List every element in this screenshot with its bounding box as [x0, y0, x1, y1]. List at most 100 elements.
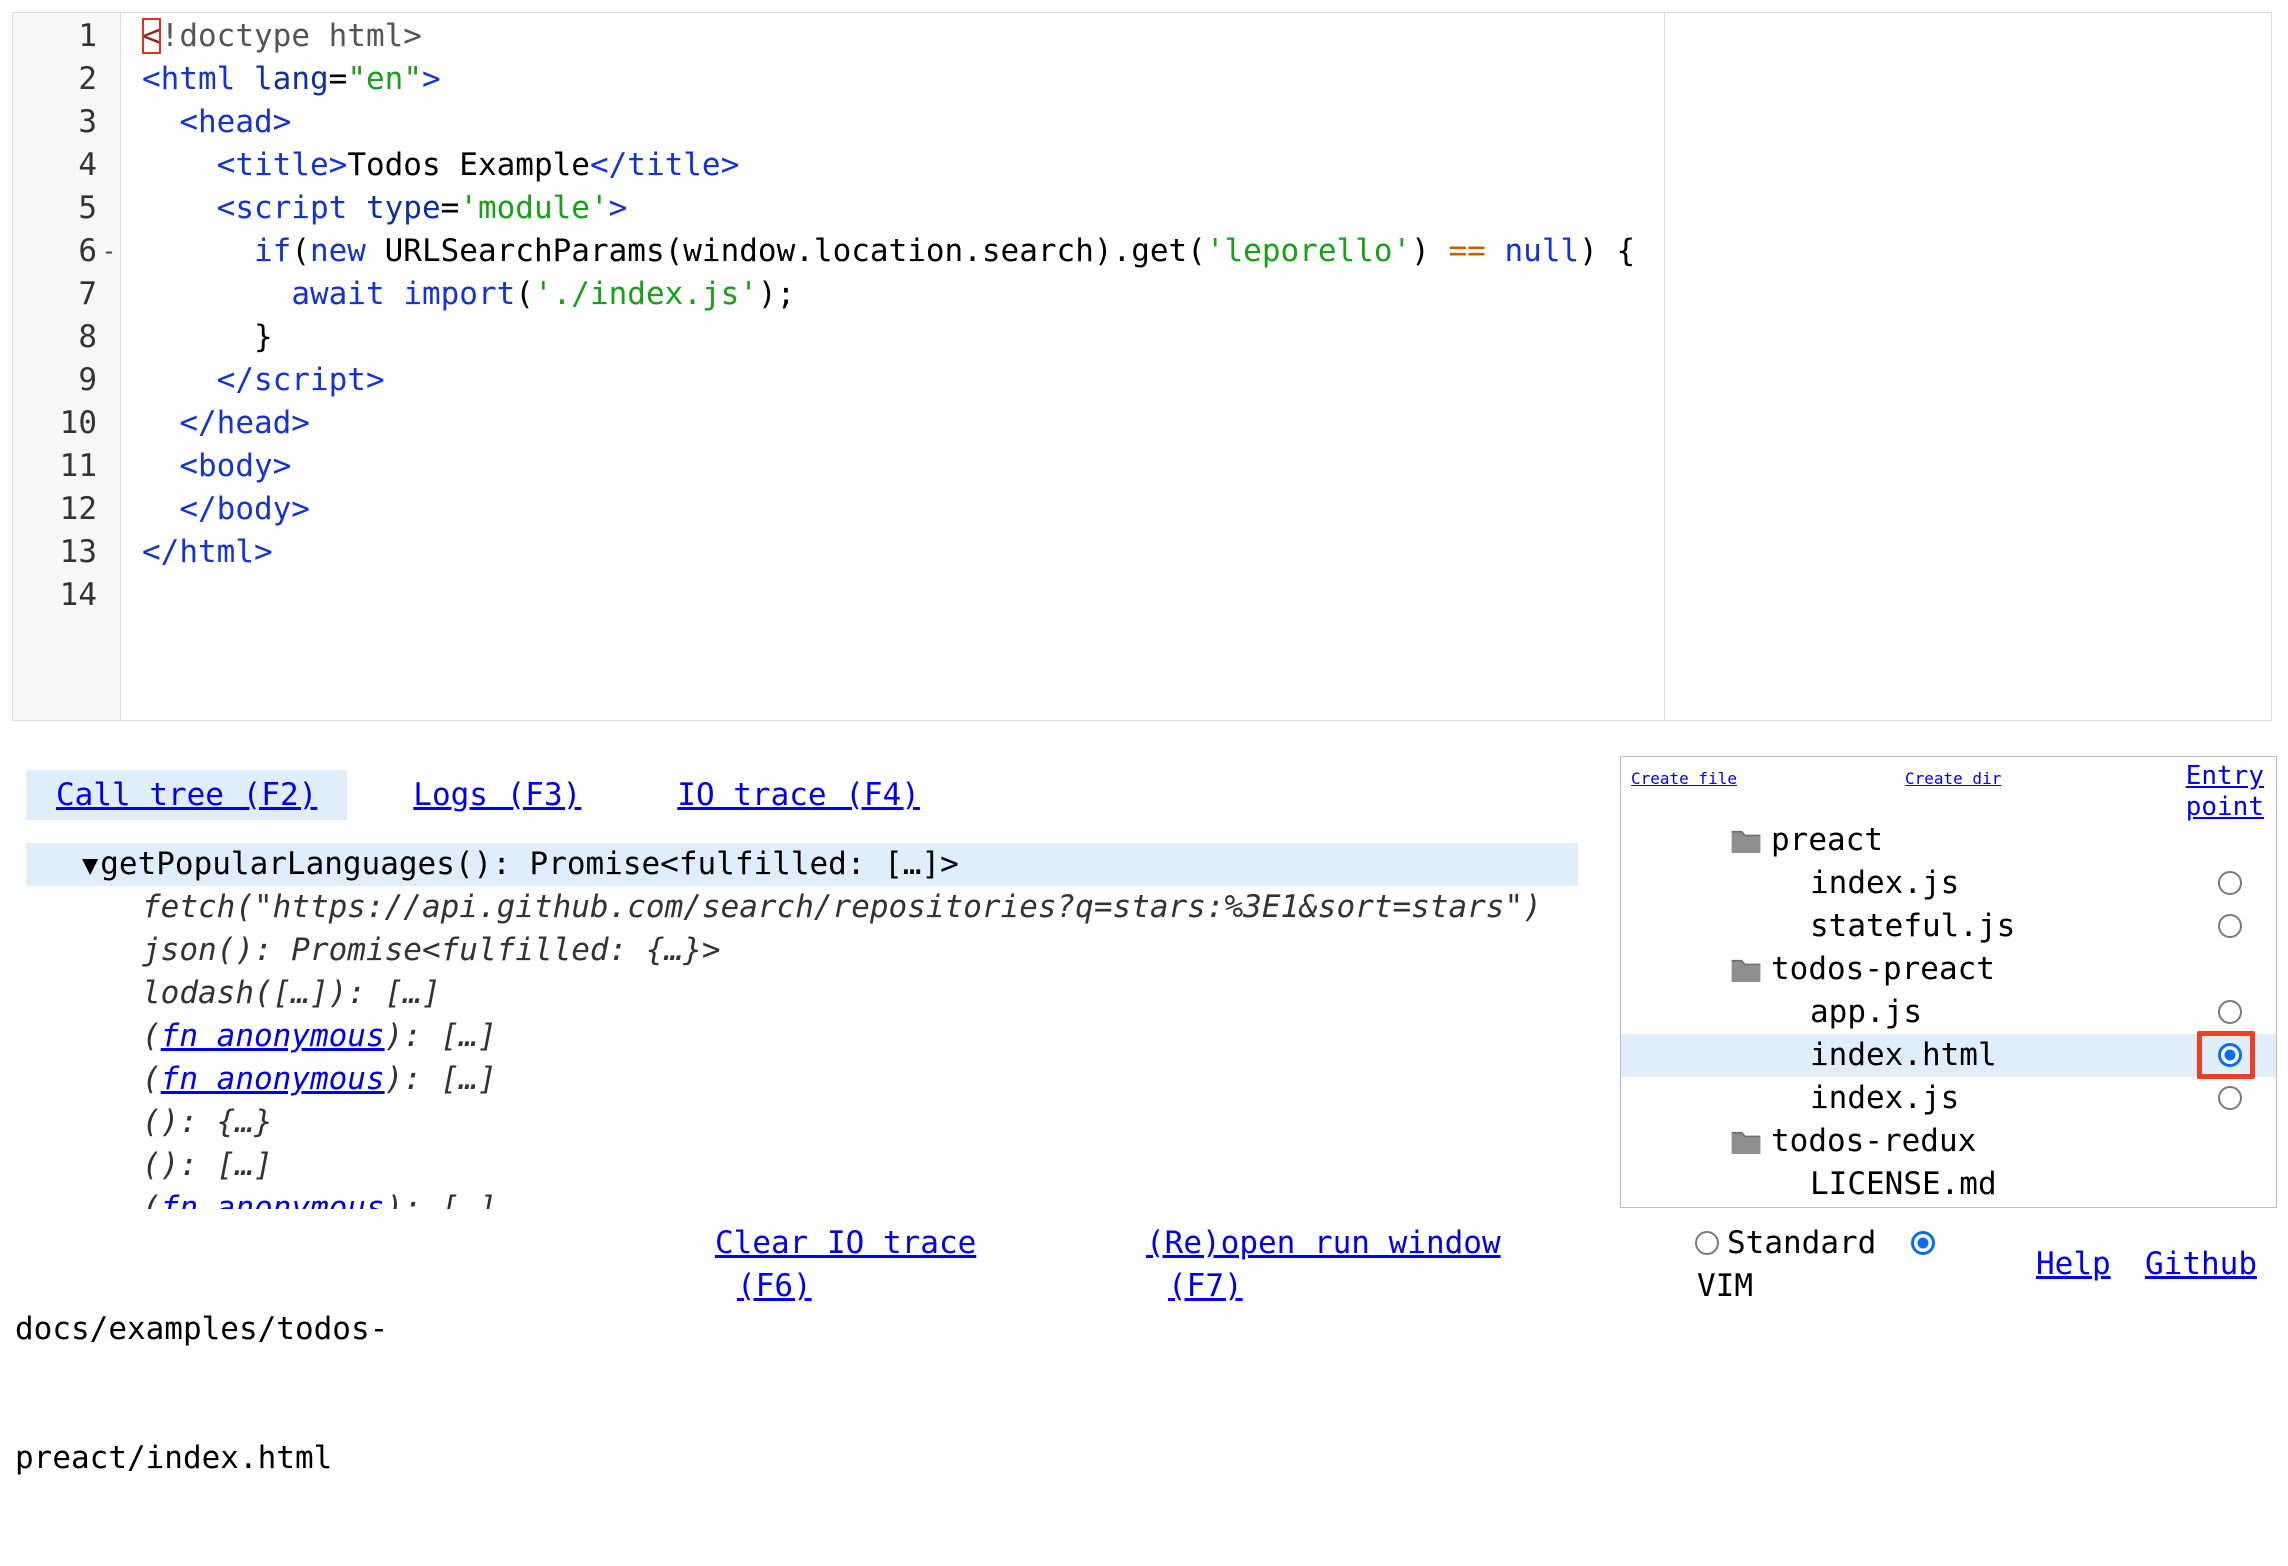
code-line[interactable]: 8 } [13, 316, 2271, 359]
file-item-index-js[interactable]: index.js [1621, 1077, 2276, 1120]
code-line[interactable]: 12 </body> [13, 488, 2271, 531]
code-line[interactable]: 2 <html lang="en"> [13, 58, 2271, 101]
file-item-app-js[interactable]: app.js [1621, 991, 2276, 1034]
folder-icon [1730, 957, 1762, 983]
fn-anonymous-link[interactable]: fn anonymous [161, 1061, 385, 1097]
entry-point-radio[interactable] [2218, 1043, 2242, 1067]
fold-gutter [97, 488, 121, 531]
code-line[interactable]: 7 await import('./index.js'); [13, 273, 2271, 316]
fold-marker-icon[interactable]: - [97, 230, 121, 273]
call-tree-node[interactable]: (fn anonymous): […] [26, 1187, 1578, 1209]
code-line[interactable]: 11 <body> [13, 445, 2271, 488]
fold-gutter [97, 15, 121, 58]
dir-name: todos-preact [1771, 948, 1995, 991]
fold-gutter [97, 101, 121, 144]
line-number: 14 [13, 574, 97, 617]
call-tree-node[interactable]: (fn anonymous): […] [26, 1015, 1578, 1058]
line-number: 7 [13, 273, 97, 316]
entry-point-radio[interactable] [2218, 914, 2242, 938]
line-number: 11 [13, 445, 97, 488]
current-file-path-line2: preact/index.html [15, 1437, 388, 1480]
fn-anonymous-link[interactable]: fn anonymous [161, 1190, 385, 1209]
line-number: 4 [13, 144, 97, 187]
code-line[interactable]: 6- if(new URLSearchParams(window.locatio… [13, 230, 2271, 273]
code-text: </body> [121, 488, 310, 531]
file-rows: preactindex.jsstateful.jstodos-preactapp… [1621, 819, 2276, 1206]
entry-point-radio[interactable] [2218, 1000, 2242, 1024]
file-item-index-html[interactable]: index.html [1621, 1034, 2276, 1077]
code-line[interactable]: 10 </head> [13, 402, 2271, 445]
code-text: } [121, 316, 273, 359]
create-file-link[interactable]: Create file [1631, 769, 1737, 788]
code-text: <head> [121, 101, 291, 144]
github-link[interactable]: Github [2145, 1243, 2257, 1286]
code-text: <script type='module'> [121, 187, 627, 230]
standard-mode-radio[interactable] [1695, 1231, 1719, 1255]
dir-item-todos-redux[interactable]: todos-redux [1621, 1120, 2276, 1163]
line-number: 9 [13, 359, 97, 402]
dir-item-preact[interactable]: preact [1621, 819, 2276, 862]
create-dir-link[interactable]: Create dir [1905, 769, 2001, 788]
code-editor[interactable]: 1<!doctype html>2 <html lang="en">3 <head… [12, 12, 2272, 721]
code-line[interactable]: 13</html> [13, 531, 2271, 574]
vim-mode-radio[interactable] [1911, 1231, 1935, 1255]
code-text: await import('./index.js'); [121, 273, 795, 316]
code-line[interactable]: 14 [13, 574, 2271, 617]
reopen-run-window-button[interactable]: (Re)open run window (F7) [1146, 1222, 1501, 1308]
file-tree-panel: Create file Create dir Entrypoint preact… [1620, 756, 2277, 1208]
entry-point-radio[interactable] [2218, 1086, 2242, 1110]
call-tree-node[interactable]: json(): Promise<fulfilled: {…}> [26, 929, 1578, 972]
code-line[interactable]: 3 <head> [13, 101, 2271, 144]
tab-call-tree-f2[interactable]: Call tree (F2) [26, 770, 347, 820]
code-text: if(new URLSearchParams(window.location.s… [121, 230, 1635, 273]
tab-logs-f3[interactable]: Logs (F3) [383, 770, 611, 820]
file-item-stateful-js[interactable]: stateful.js [1621, 905, 2276, 948]
code-text: </script> [121, 359, 385, 402]
code-line[interactable]: 5 <script type='module'> [13, 187, 2271, 230]
file-item-license-md[interactable]: LICENSE.md [1621, 1163, 2276, 1206]
tab-io-trace-f4[interactable]: IO trace (F4) [647, 770, 950, 820]
editor-lines: 1<!doctype html>2 <html lang="en">3 <head… [13, 15, 2271, 617]
file-name: LICENSE.md [1810, 1163, 1997, 1206]
call-tree-node[interactable]: lodash([…]): […] [26, 972, 1578, 1015]
call-tree-node[interactable]: fetch("https://api.github.com/search/rep… [26, 886, 1578, 929]
file-name: stateful.js [1810, 905, 2015, 948]
fold-gutter [97, 187, 121, 230]
fold-gutter [97, 445, 121, 488]
fn-anonymous-link[interactable]: fn anonymous [161, 1018, 385, 1054]
file-name: index.js [1810, 862, 1959, 905]
call-tree-panel: Call tree (F2) Logs (F3) IO trace (F4) ▼ge… [26, 770, 1578, 1209]
code-line[interactable]: 4 <title>Todos Example</title> [13, 144, 2271, 187]
fold-gutter [97, 144, 121, 187]
entry-point-header[interactable]: Entrypoint [2186, 761, 2264, 823]
code-text: <!doctype html> [121, 15, 422, 58]
collapse-arrow-icon[interactable]: ▼ [82, 850, 98, 881]
line-number: 2 [13, 58, 97, 101]
file-tree-header: Create file Create dir Entrypoint [1621, 757, 2276, 817]
entry-point-radio[interactable] [2218, 871, 2242, 895]
clear-io-trace-button[interactable]: Clear IO trace (F6) [715, 1222, 976, 1308]
code-text [121, 574, 142, 617]
dir-name: preact [1771, 819, 1883, 862]
call-tree-node[interactable]: (): […] [26, 1144, 1578, 1187]
reopen-run-window-label: (Re)open run window [1146, 1222, 1501, 1265]
call-tree-node[interactable]: (fn anonymous): […] [26, 1058, 1578, 1101]
file-name: index.html [1810, 1034, 1997, 1077]
dir-name: todos-redux [1771, 1120, 1976, 1163]
call-tree-root-node[interactable]: ▼getPopularLanguages(): Promise<fulfille… [26, 843, 1578, 886]
fold-gutter [97, 574, 121, 617]
line-number: 6 [13, 230, 97, 273]
code-line[interactable]: 1<!doctype html> [13, 15, 2271, 58]
entry-point-header-line2: point [2186, 792, 2264, 822]
code-line[interactable]: 9 </script> [13, 359, 2271, 402]
call-tree-node[interactable]: (): {…} [26, 1101, 1578, 1144]
file-item-index-js[interactable]: index.js [1621, 862, 2276, 905]
file-name: index.js [1810, 1077, 1959, 1120]
dir-item-todos-preact[interactable]: todos-preact [1621, 948, 2276, 991]
fold-gutter [97, 273, 121, 316]
current-file-path-line1: docs/examples/todos- [15, 1308, 388, 1351]
code-text: <html lang="en"> [121, 58, 441, 101]
standard-mode-label[interactable]: Standard [1727, 1222, 1876, 1265]
fold-gutter [97, 316, 121, 359]
help-link[interactable]: Help [2036, 1243, 2111, 1286]
